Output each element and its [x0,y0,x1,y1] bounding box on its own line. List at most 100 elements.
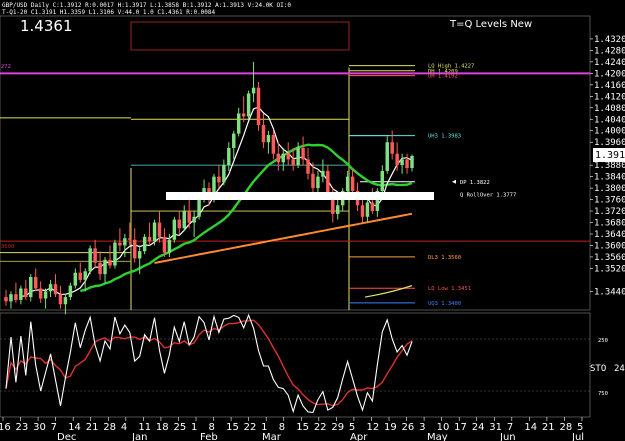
x-tick-label-5: 21 [86,422,99,433]
candle-body-53 [266,135,271,143]
y-tick-label-12: 1.4000 [594,127,625,137]
y-tick-label-0: 1.3440 [594,287,625,297]
candle-body-44 [222,165,226,183]
candle-body-54 [271,135,276,154]
month-label-0: Dec [57,432,76,441]
month-label-6: Jun [499,432,516,441]
candle-body-65 [326,170,330,194]
candle-body-27 [137,251,142,259]
candle-body-78 [390,142,394,154]
candle-body-59 [296,147,300,166]
x-tick-label-17: 15 [296,422,309,433]
candle-body-55 [276,153,281,163]
x-tick-label-14: 22 [244,422,257,433]
level-label-10: UQ3 1.3400 [428,301,461,307]
candle-body-72 [360,205,365,217]
candle-body-30 [152,222,157,242]
y-tick-label-1: 1.3520 [594,264,625,274]
stoch-axis-750: 750 [598,391,608,397]
x-tick-label-31: 21 [542,422,555,433]
x-tick-label-1: 23 [16,422,29,433]
candle-body-3 [19,288,23,300]
chart-window: LQ High 1.4227 DH 1.4209 UH 1.4192 UH3 1.39… [0,0,625,441]
candle-body-22 [113,242,117,266]
candle-body-16 [83,271,87,280]
candle-body-81 [405,159,409,169]
x-tick-label-19: 29 [331,422,344,433]
x-tick-label-13: 15 [226,422,239,433]
stoch-axis-250: 250 [598,338,608,344]
y-tick-label-6: 1.3720 [594,207,625,217]
candle-body-67 [335,205,340,214]
lower-yellow-line [364,285,413,298]
support-bar [166,192,434,200]
month-label-5: May [427,432,448,441]
x-tick-label-18: 22 [314,422,327,433]
candle-body-76 [380,170,385,191]
candle-body-37 [187,211,191,223]
x-tick-label-22: 19 [384,422,397,433]
candle-body-5 [29,277,33,298]
y-tick-label-14: 1.4080 [594,104,625,114]
candle-body-60 [301,147,305,160]
candle-body-70 [350,176,355,191]
candle-body-8 [43,291,48,299]
indicator-title: T=Q Levels New [449,19,532,30]
candle-body-34 [172,219,177,240]
x-tick-label-2: 30 [33,422,46,433]
candle-body-0 [4,297,8,302]
y-tick-label-8: 1.3800 [594,184,625,194]
left-marker-pink: 272 [1,64,11,70]
candle-body-58 [291,159,295,166]
month-label-3: Mar [262,432,282,441]
y-tick-label-19: 1.4280 [594,46,625,56]
candle-body-35 [177,219,182,229]
candle-body-13 [68,285,73,298]
y-tick-label-7: 1.3760 [594,196,625,206]
candle-body-63 [316,176,320,189]
y-tick-label-5: 1.3680 [594,219,625,229]
stoch-d-line [5,319,413,407]
x-tick-label-24: 3 [419,422,425,433]
candle-body-1 [9,294,13,302]
month-label-2: Feb [200,432,218,441]
candle-body-20 [103,259,107,275]
candle-body-47 [236,113,241,134]
q-box-top [130,21,350,51]
level-label-5: DP 1.3822 [460,180,490,186]
candle-body-80 [400,159,404,166]
candle-body-2 [14,294,18,300]
x-tick-label-26: 17 [454,422,467,433]
candle-body-46 [232,133,236,148]
candle-body-57 [286,153,290,160]
y-tick-label-18: 1.4240 [594,58,625,68]
candle-body-51 [256,87,261,125]
x-tick-label-23: 26 [402,422,415,433]
candle-body-82 [410,155,414,169]
header-line-2: T-Q1-20 C1.3191 H1.3359 L1.3106 V:44.0 1… [2,9,216,16]
level-label-9: LQ Low 1.3451 [428,286,471,292]
candle-body-31 [157,222,162,237]
candle-body-12 [63,297,68,305]
candle-body-18 [93,248,97,263]
month-label-1: Jan [131,432,147,441]
x-tick-label-27: 24 [472,422,485,433]
x-tick-label-21: 12 [366,422,379,433]
candle-body-73 [365,202,370,217]
candle-body-43 [217,176,221,183]
stoch-panel-border [0,312,591,418]
candle-body-49 [246,93,251,117]
candle-body-14 [73,272,78,286]
price-chart[interactable]: LQ High 1.4227DH 1.4209UH 1.4192UH3 1.39… [0,0,625,441]
x-tick-label-7: 4 [121,422,127,433]
stoch-value: 24 [614,364,625,374]
candles [4,61,434,315]
candle-body-11 [58,294,63,305]
y-tick-label-10: 1.3880 [594,161,625,171]
candle-body-77 [385,142,389,171]
candle-body-50 [251,87,256,94]
x-tick-label-10: 25 [173,422,186,433]
axes: 1.3440 1.35201.3560 1.36001.36401.3680 1.37… [0,35,625,441]
candle-body-19 [98,262,102,275]
level-label-4: UH3 1.3983 [428,134,461,140]
